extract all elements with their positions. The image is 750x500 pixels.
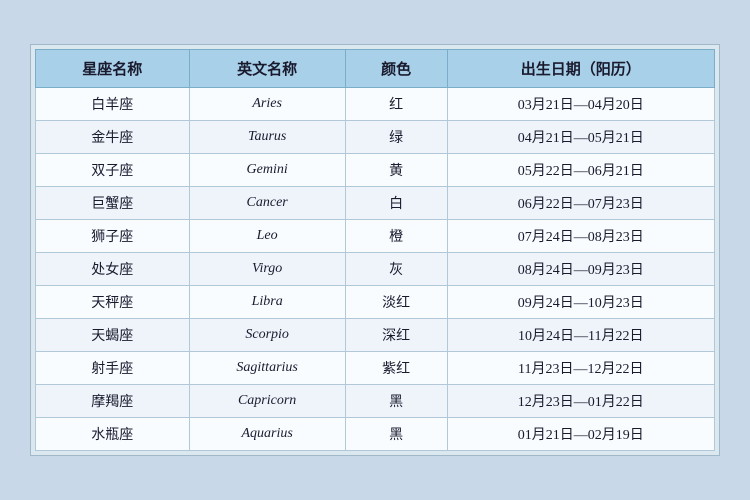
- cell-dates: 08月24日—09月23日: [447, 253, 714, 286]
- table-row: 天蝎座Scorpio深红10月24日—11月22日: [36, 319, 715, 352]
- cell-dates: 04月21日—05月21日: [447, 121, 714, 154]
- zodiac-table: 星座名称 英文名称 颜色 出生日期（阳历） 白羊座Aries红03月21日—04…: [35, 49, 715, 451]
- table-row: 处女座Virgo灰08月24日—09月23日: [36, 253, 715, 286]
- table-row: 金牛座Taurus绿04月21日—05月21日: [36, 121, 715, 154]
- cell-english-name: Libra: [189, 286, 345, 319]
- cell-dates: 06月22日—07月23日: [447, 187, 714, 220]
- cell-chinese-name: 巨蟹座: [36, 187, 190, 220]
- col-header-color: 颜色: [345, 50, 447, 88]
- cell-color: 黄: [345, 154, 447, 187]
- cell-english-name: Gemini: [189, 154, 345, 187]
- cell-chinese-name: 摩羯座: [36, 385, 190, 418]
- table-row: 摩羯座Capricorn黑12月23日—01月22日: [36, 385, 715, 418]
- table-row: 双子座Gemini黄05月22日—06月21日: [36, 154, 715, 187]
- table-row: 射手座Sagittarius紫红11月23日—12月22日: [36, 352, 715, 385]
- cell-english-name: Capricorn: [189, 385, 345, 418]
- cell-chinese-name: 射手座: [36, 352, 190, 385]
- cell-chinese-name: 处女座: [36, 253, 190, 286]
- cell-color: 白: [345, 187, 447, 220]
- col-header-dates: 出生日期（阳历）: [447, 50, 714, 88]
- cell-english-name: Leo: [189, 220, 345, 253]
- table-row: 巨蟹座Cancer白06月22日—07月23日: [36, 187, 715, 220]
- col-header-chinese: 星座名称: [36, 50, 190, 88]
- cell-english-name: Sagittarius: [189, 352, 345, 385]
- cell-color: 黑: [345, 418, 447, 451]
- cell-english-name: Scorpio: [189, 319, 345, 352]
- cell-color: 深红: [345, 319, 447, 352]
- cell-chinese-name: 双子座: [36, 154, 190, 187]
- cell-dates: 03月21日—04月20日: [447, 88, 714, 121]
- table-row: 水瓶座Aquarius黑01月21日—02月19日: [36, 418, 715, 451]
- table-header-row: 星座名称 英文名称 颜色 出生日期（阳历）: [36, 50, 715, 88]
- zodiac-table-container: 星座名称 英文名称 颜色 出生日期（阳历） 白羊座Aries红03月21日—04…: [30, 44, 720, 456]
- cell-chinese-name: 白羊座: [36, 88, 190, 121]
- cell-chinese-name: 狮子座: [36, 220, 190, 253]
- cell-color: 灰: [345, 253, 447, 286]
- cell-dates: 11月23日—12月22日: [447, 352, 714, 385]
- cell-color: 黑: [345, 385, 447, 418]
- table-row: 天秤座Libra淡红09月24日—10月23日: [36, 286, 715, 319]
- cell-color: 绿: [345, 121, 447, 154]
- cell-chinese-name: 天秤座: [36, 286, 190, 319]
- cell-color: 红: [345, 88, 447, 121]
- cell-english-name: Taurus: [189, 121, 345, 154]
- table-row: 狮子座Leo橙07月24日—08月23日: [36, 220, 715, 253]
- cell-color: 紫红: [345, 352, 447, 385]
- cell-dates: 01月21日—02月19日: [447, 418, 714, 451]
- cell-chinese-name: 水瓶座: [36, 418, 190, 451]
- cell-dates: 10月24日—11月22日: [447, 319, 714, 352]
- table-body: 白羊座Aries红03月21日—04月20日金牛座Taurus绿04月21日—0…: [36, 88, 715, 451]
- cell-english-name: Aquarius: [189, 418, 345, 451]
- col-header-english: 英文名称: [189, 50, 345, 88]
- cell-color: 淡红: [345, 286, 447, 319]
- table-row: 白羊座Aries红03月21日—04月20日: [36, 88, 715, 121]
- cell-dates: 12月23日—01月22日: [447, 385, 714, 418]
- cell-english-name: Cancer: [189, 187, 345, 220]
- cell-chinese-name: 金牛座: [36, 121, 190, 154]
- cell-dates: 09月24日—10月23日: [447, 286, 714, 319]
- cell-english-name: Aries: [189, 88, 345, 121]
- cell-dates: 07月24日—08月23日: [447, 220, 714, 253]
- cell-color: 橙: [345, 220, 447, 253]
- cell-chinese-name: 天蝎座: [36, 319, 190, 352]
- cell-english-name: Virgo: [189, 253, 345, 286]
- cell-dates: 05月22日—06月21日: [447, 154, 714, 187]
